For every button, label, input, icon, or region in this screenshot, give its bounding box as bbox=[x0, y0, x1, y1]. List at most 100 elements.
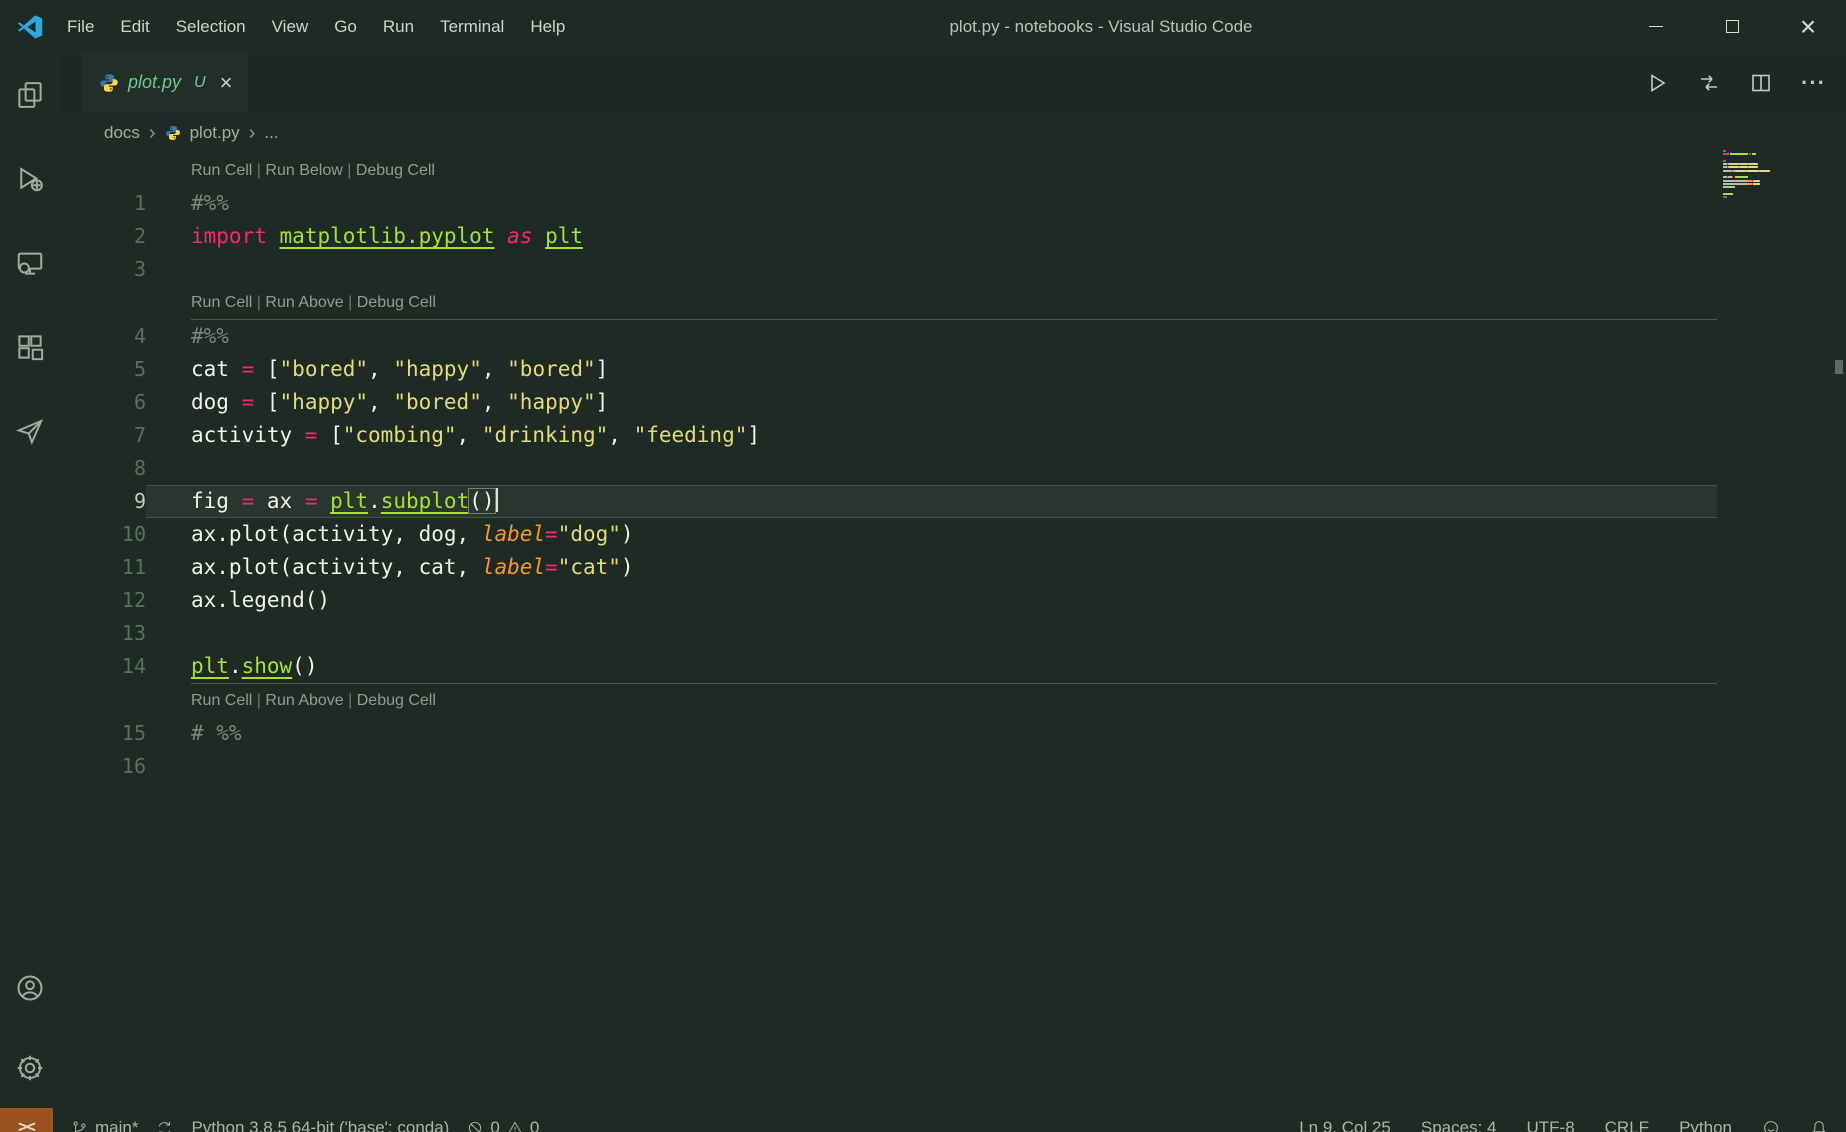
codelens-link[interactable]: Run Cell bbox=[191, 294, 252, 311]
codelens-link[interactable]: Run Cell bbox=[191, 162, 252, 179]
activity-send[interactable] bbox=[0, 389, 59, 473]
line-number[interactable]: 10 bbox=[59, 518, 146, 551]
minimap[interactable] bbox=[1723, 150, 1803, 203]
settings-button[interactable] bbox=[0, 1028, 59, 1108]
code-content[interactable]: dog = ["happy", "bored", "happy"] bbox=[146, 386, 1717, 419]
breadcrumb-folder[interactable]: docs bbox=[104, 123, 140, 143]
menu-run[interactable]: Run bbox=[370, 0, 427, 53]
codelens-content[interactable]: Run Cell | Run Above | Debug Cell bbox=[146, 684, 1717, 717]
code-content[interactable]: activity = ["combing", "drinking", "feed… bbox=[146, 419, 1717, 452]
line-number[interactable]: 7 bbox=[59, 419, 146, 452]
breadcrumb-file[interactable]: plot.py bbox=[190, 123, 240, 143]
remote-indicator[interactable]: >< bbox=[0, 1108, 53, 1132]
breadcrumb-symbol[interactable]: ... bbox=[264, 123, 278, 143]
tab-close-icon[interactable]: × bbox=[220, 70, 233, 96]
line-number[interactable]: 11 bbox=[59, 551, 146, 584]
codelens-link[interactable]: Run Cell bbox=[191, 692, 252, 709]
line-number[interactable]: 8 bbox=[59, 452, 146, 485]
minimize-button[interactable] bbox=[1618, 0, 1694, 53]
code-content[interactable]: cat = ["bored", "happy", "bored"] bbox=[146, 353, 1717, 386]
code-token: "feeding" bbox=[634, 423, 748, 447]
code-token: "happy" bbox=[280, 390, 369, 414]
menu-view[interactable]: View bbox=[259, 0, 322, 53]
close-icon: × bbox=[1800, 13, 1816, 41]
menu-selection[interactable]: Selection bbox=[163, 0, 259, 53]
code-token: = bbox=[305, 423, 318, 447]
menu-terminal[interactable]: Terminal bbox=[427, 0, 517, 53]
menu-help[interactable]: Help bbox=[517, 0, 578, 53]
activity-extensions[interactable] bbox=[0, 305, 59, 389]
more-actions-button[interactable]: ··· bbox=[1801, 70, 1826, 96]
language-mode[interactable]: Python bbox=[1679, 1118, 1732, 1132]
line-number[interactable]: 16 bbox=[59, 750, 146, 783]
code-content[interactable] bbox=[146, 452, 1717, 485]
line-number[interactable]: 2 bbox=[59, 220, 146, 253]
breadcrumb: docs › plot.py › ... bbox=[59, 112, 1716, 154]
git-status-badge: U bbox=[194, 74, 206, 92]
codelens-link[interactable]: Run Above bbox=[265, 692, 343, 709]
codelens-content[interactable]: Run Cell | Run Above | Debug Cell bbox=[146, 286, 1717, 319]
cursor-position[interactable]: Ln 9, Col 25 bbox=[1299, 1118, 1391, 1132]
codelens-content[interactable]: Run Cell | Run Below | Debug Cell bbox=[146, 154, 1717, 187]
code-content[interactable]: ax.plot(activity, cat, label="cat") bbox=[146, 551, 1717, 584]
menu-go[interactable]: Go bbox=[321, 0, 370, 53]
code-token: ] bbox=[596, 390, 609, 414]
line-number[interactable]: 1 bbox=[59, 187, 146, 220]
notifications-bell-icon[interactable] bbox=[1810, 1119, 1828, 1132]
code-content[interactable] bbox=[146, 617, 1717, 650]
codelens-link[interactable]: Run Below bbox=[265, 162, 342, 179]
code-token: import bbox=[191, 224, 267, 248]
codelens-link[interactable]: Debug Cell bbox=[356, 162, 435, 179]
account-button[interactable] bbox=[0, 948, 59, 1028]
problems[interactable]: 0 0 bbox=[467, 1118, 539, 1132]
line-number[interactable]: 13 bbox=[59, 617, 146, 650]
activity-remote-explorer[interactable] bbox=[0, 221, 59, 305]
code-token: [ bbox=[254, 357, 279, 381]
maximize-button[interactable] bbox=[1694, 0, 1770, 53]
line-number[interactable]: 14 bbox=[59, 650, 146, 683]
indentation[interactable]: Spaces: 4 bbox=[1421, 1118, 1497, 1132]
code-token: ) bbox=[621, 555, 634, 579]
line-number[interactable]: 3 bbox=[59, 253, 146, 286]
open-changes-button[interactable] bbox=[1697, 71, 1721, 95]
git-branch[interactable]: main* bbox=[71, 1118, 138, 1132]
line-number[interactable]: 12 bbox=[59, 584, 146, 617]
code-rows[interactable]: Run Cell | Run Below | Debug Cell1#%%2im… bbox=[59, 154, 1717, 783]
line-number[interactable]: 6 bbox=[59, 386, 146, 419]
remote-explorer-icon bbox=[15, 248, 45, 278]
line-number[interactable]: 15 bbox=[59, 717, 146, 750]
sync-button[interactable] bbox=[156, 1120, 173, 1132]
code-token: () bbox=[292, 654, 317, 678]
line-number[interactable]: 5 bbox=[59, 353, 146, 386]
encoding[interactable]: UTF-8 bbox=[1526, 1118, 1574, 1132]
codelens-link[interactable]: Debug Cell bbox=[357, 692, 436, 709]
code-content[interactable] bbox=[146, 253, 1717, 286]
code-token: "happy" bbox=[393, 357, 482, 381]
code-content[interactable] bbox=[146, 750, 1717, 783]
code-line: 6dog = ["happy", "bored", "happy"] bbox=[59, 386, 1717, 419]
codelens-link[interactable]: Run Above bbox=[265, 294, 343, 311]
line-number[interactable]: 9 bbox=[59, 485, 146, 518]
tab-plot-py[interactable]: plot.py U × bbox=[81, 53, 248, 112]
code-content[interactable]: ax.legend() bbox=[146, 584, 1717, 617]
code-content[interactable]: #%% bbox=[146, 187, 1717, 220]
run-file-button[interactable] bbox=[1645, 71, 1669, 95]
activity-run-and-debug[interactable] bbox=[0, 137, 59, 221]
eol-sequence[interactable]: CRLF bbox=[1605, 1118, 1649, 1132]
python-interpreter[interactable]: Python 3.8.5 64-bit ('base': conda) bbox=[191, 1118, 449, 1132]
code-content[interactable]: import matplotlib.pyplot as plt bbox=[146, 220, 1717, 253]
code-content[interactable]: plt.show() bbox=[146, 650, 1717, 683]
line-number[interactable]: 4 bbox=[59, 320, 146, 353]
code-content[interactable]: #%% bbox=[146, 320, 1717, 353]
code-content[interactable]: # %% bbox=[146, 717, 1717, 750]
activity-explorer[interactable] bbox=[0, 53, 59, 137]
feedback-icon[interactable] bbox=[1762, 1119, 1780, 1132]
close-button[interactable]: × bbox=[1770, 0, 1846, 53]
menu-file[interactable]: File bbox=[54, 0, 107, 53]
codelens-link[interactable]: Debug Cell bbox=[357, 294, 436, 311]
code-content[interactable]: ax.plot(activity, dog, label="dog") bbox=[146, 518, 1717, 551]
split-editor-button[interactable] bbox=[1749, 71, 1773, 95]
code-token: subplot bbox=[381, 489, 470, 513]
menu-edit[interactable]: Edit bbox=[107, 0, 162, 53]
code-content[interactable]: fig = ax = plt.subplot() bbox=[146, 485, 1717, 518]
